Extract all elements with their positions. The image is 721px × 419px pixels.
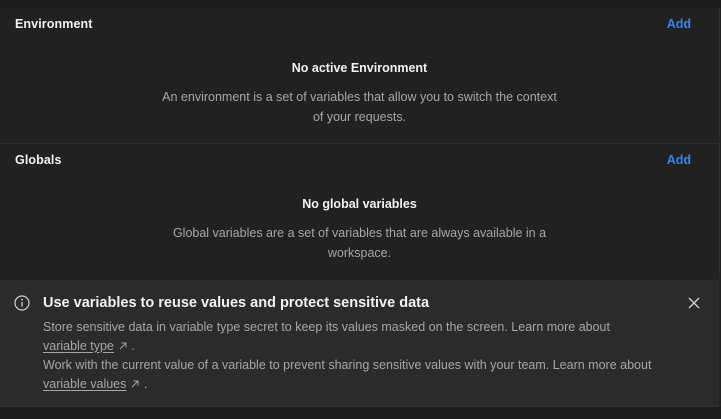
variable-values-link[interactable]: variable values <box>43 377 126 391</box>
banner-line-secret: Store sensitive data in variable type se… <box>43 318 683 356</box>
variables-info-banner: Use variables to reuse values and protec… <box>0 280 719 407</box>
info-icon <box>14 295 30 311</box>
add-globals-button[interactable]: Add <box>667 153 691 167</box>
top-strip <box>0 0 721 8</box>
banner-title: Use variables to reuse values and protec… <box>43 295 430 311</box>
banner-line1-suffix: . <box>127 339 135 353</box>
globals-section: Globals Add No global variables Global v… <box>0 144 720 278</box>
banner-line2-suffix: . <box>140 377 148 391</box>
environment-empty-description: An environment is a set of variables tha… <box>162 90 557 124</box>
globals-empty-description: Global variables are a set of variables … <box>172 226 547 260</box>
external-link-icon <box>130 376 140 388</box>
globals-header: Globals Add <box>15 153 691 169</box>
globals-empty-title: No global variables <box>302 197 417 211</box>
environment-title: Environment <box>15 17 93 31</box>
banner-line1-text: Store sensitive data in variable type se… <box>43 320 610 334</box>
close-icon[interactable] <box>687 296 701 310</box>
banner-body: Store sensitive data in variable type se… <box>43 318 683 394</box>
variable-type-link[interactable]: variable type <box>43 339 114 353</box>
variables-panel: Environment Add No active Environment An… <box>0 0 721 419</box>
external-link-icon <box>118 338 128 350</box>
environment-section: Environment Add No active Environment An… <box>0 8 720 144</box>
globals-title: Globals <box>15 153 62 167</box>
environment-empty-title: No active Environment <box>291 61 428 75</box>
banner-line-current-value: Work with the current value of a variabl… <box>43 356 683 394</box>
banner-line2-text: Work with the current value of a variabl… <box>43 358 652 372</box>
bottom-strip <box>0 407 721 419</box>
add-environment-button[interactable]: Add <box>667 17 691 31</box>
environment-header: Environment Add <box>15 17 691 33</box>
